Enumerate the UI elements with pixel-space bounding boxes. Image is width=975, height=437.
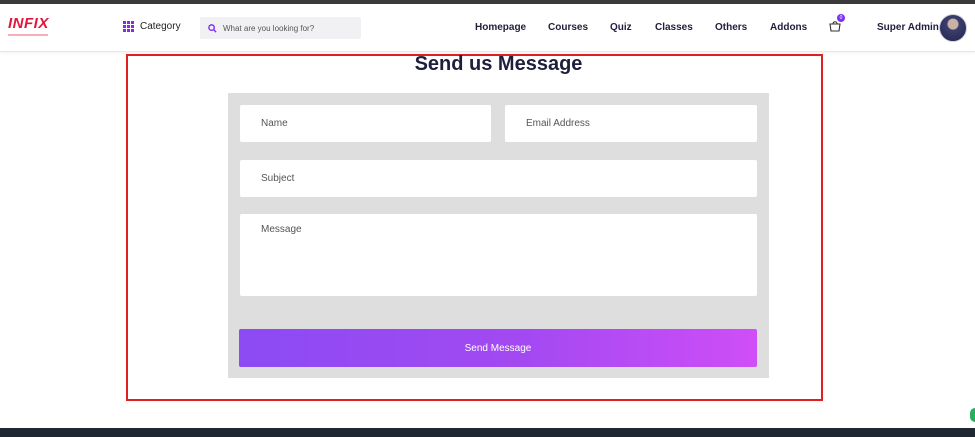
- subject-field[interactable]: [240, 160, 757, 197]
- cart-count-badge: 0: [837, 14, 845, 22]
- name-field[interactable]: [240, 105, 491, 142]
- footer-bar: [0, 428, 975, 437]
- chat-widget-edge[interactable]: [970, 408, 975, 422]
- search-icon: [208, 23, 217, 33]
- grid-icon: [123, 21, 134, 32]
- page-title: Send us Message: [414, 53, 583, 75]
- nav-courses[interactable]: Courses: [548, 22, 588, 33]
- site-logo[interactable]: INFIX: [8, 16, 52, 40]
- nav-homepage[interactable]: Homepage: [475, 22, 526, 33]
- category-label: Category: [140, 21, 181, 32]
- email-field[interactable]: [505, 105, 757, 142]
- nav-quiz[interactable]: Quiz: [610, 22, 632, 33]
- nav-classes[interactable]: Classes: [655, 22, 693, 33]
- avatar[interactable]: [939, 14, 967, 42]
- site-header: INFIX Category Homepage Courses Quiz Cla…: [0, 4, 975, 52]
- message-field[interactable]: [240, 214, 757, 296]
- nav-addons[interactable]: Addons: [770, 22, 807, 33]
- send-message-button[interactable]: Send Message: [239, 329, 757, 367]
- search-box: [200, 17, 361, 39]
- cart-button[interactable]: 0: [828, 14, 845, 35]
- category-menu[interactable]: Category: [123, 21, 181, 32]
- user-name[interactable]: Super Admin: [877, 22, 939, 33]
- nav-others[interactable]: Others: [715, 22, 747, 33]
- logo-tagline-line: [8, 34, 48, 36]
- search-input[interactable]: [223, 23, 353, 33]
- logo-text: INFIX: [8, 15, 49, 32]
